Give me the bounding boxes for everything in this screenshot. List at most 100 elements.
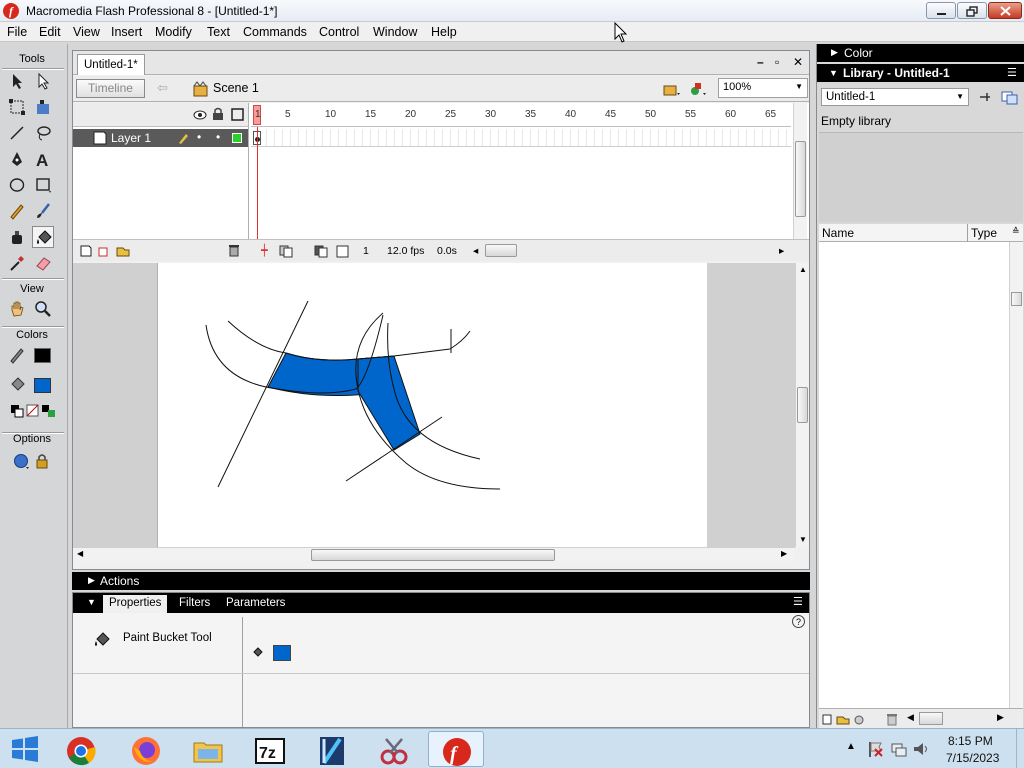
- scroll-thumb[interactable]: [797, 387, 808, 423]
- stage-area[interactable]: [73, 263, 795, 547]
- taskbar-firefox[interactable]: [118, 731, 174, 767]
- taskbar-kodi[interactable]: [304, 731, 360, 767]
- timeline-vertical-scrollbar[interactable]: [793, 103, 807, 239]
- outline-color-swatch[interactable]: [232, 133, 242, 143]
- collapse-arrow-icon[interactable]: ▼: [87, 597, 96, 607]
- help-icon[interactable]: ?: [792, 615, 805, 628]
- column-name[interactable]: Name: [822, 226, 854, 240]
- menu-text[interactable]: Text: [207, 25, 230, 39]
- library-panel-header[interactable]: ▼ Library - Untitled-1 ☰: [817, 64, 1024, 82]
- column-type[interactable]: Type: [971, 226, 997, 240]
- options-menu-icon[interactable]: ☰: [793, 595, 803, 608]
- scroll-thumb[interactable]: [1011, 292, 1022, 306]
- doc-minimize-icon[interactable]: –: [757, 55, 764, 69]
- rectangle-tool-icon[interactable]: [32, 174, 54, 196]
- visibility-dot[interactable]: •: [197, 130, 201, 144]
- eyedropper-tool-icon[interactable]: [6, 252, 28, 274]
- library-new-buttons[interactable]: [821, 712, 867, 726]
- pencil-tool-icon[interactable]: [6, 200, 28, 222]
- menu-edit[interactable]: Edit: [39, 25, 61, 39]
- frame-row[interactable]: [251, 129, 791, 147]
- center-frame-icon[interactable]: ┿: [261, 244, 268, 257]
- zoom-select[interactable]: 100% ▼: [718, 78, 808, 98]
- paint-bucket-tool-icon[interactable]: [32, 226, 54, 248]
- chevron-down-icon[interactable]: ▼: [799, 535, 807, 544]
- ink-bottle-tool-icon[interactable]: [6, 226, 28, 248]
- pin-library-icon[interactable]: [977, 89, 993, 105]
- frame-rate[interactable]: 12.0 fps: [387, 245, 424, 257]
- chevron-left-icon[interactable]: ◀: [77, 549, 83, 558]
- doc-restore-icon[interactable]: ▫: [775, 55, 779, 69]
- library-scrollbar[interactable]: [1009, 242, 1023, 708]
- hand-tool-icon[interactable]: [6, 298, 28, 320]
- scroll-thumb[interactable]: [311, 549, 555, 561]
- onion-skin-icons[interactable]: [279, 244, 357, 258]
- text-tool-icon[interactable]: A: [32, 148, 54, 170]
- taskbar-7zip[interactable]: 7z: [242, 731, 298, 767]
- trash-icon[interactable]: [885, 712, 899, 726]
- menu-view[interactable]: View: [73, 25, 100, 39]
- swap-colors-icon[interactable]: [38, 400, 60, 422]
- taskbar-file-explorer[interactable]: [180, 731, 236, 767]
- trash-icon[interactable]: [227, 243, 241, 257]
- stage-drawing[interactable]: [158, 263, 708, 547]
- taskbar-chrome[interactable]: [53, 731, 109, 767]
- close-button[interactable]: [988, 2, 1022, 19]
- frame-ruler[interactable]: 1 5 10 15 20 25 30 35 40 45 50 55 60 65: [251, 103, 791, 127]
- edit-scene-icon[interactable]: [663, 81, 681, 97]
- layer-row[interactable]: Layer 1 • •: [73, 129, 248, 147]
- scroll-right-icon[interactable]: ▸: [779, 245, 784, 257]
- actions-panel-header[interactable]: ▶ Actions: [72, 572, 810, 590]
- fill-color-swatch[interactable]: [34, 378, 51, 393]
- selection-tool-icon[interactable]: [6, 70, 28, 92]
- windows-start-icon[interactable]: [10, 735, 40, 763]
- layer-buttons-icon[interactable]: [79, 244, 131, 258]
- free-transform-tool-icon[interactable]: [6, 96, 28, 118]
- chevron-up-icon[interactable]: ▲: [799, 265, 807, 274]
- show-desktop-button[interactable]: [1016, 729, 1024, 768]
- zoom-tool-icon[interactable]: [32, 298, 54, 320]
- new-library-panel-icon[interactable]: [1001, 89, 1019, 105]
- tab-parameters[interactable]: Parameters: [226, 597, 285, 609]
- menu-window[interactable]: Window: [373, 25, 417, 39]
- document-tab[interactable]: Untitled-1*: [77, 54, 145, 75]
- stage-vertical-scrollbar[interactable]: ▲ ▼: [795, 263, 809, 547]
- menu-file[interactable]: File: [7, 25, 27, 39]
- clock-date[interactable]: 7/15/2023: [946, 751, 999, 765]
- clock-time[interactable]: 8:15 PM: [948, 734, 993, 748]
- lasso-tool-icon[interactable]: [32, 122, 54, 144]
- taskbar-flash[interactable]: f: [428, 731, 484, 767]
- taskbar-snipping-tool[interactable]: [366, 731, 422, 767]
- options-menu-icon[interactable]: ☰: [1007, 66, 1017, 79]
- doc-close-icon[interactable]: ✕: [793, 55, 803, 69]
- scroll-left-icon[interactable]: ◀: [907, 712, 914, 723]
- gap-size-icon[interactable]: [10, 450, 32, 472]
- scroll-right-icon[interactable]: ▶: [997, 712, 1004, 723]
- tray-expand-icon[interactable]: ▲: [846, 741, 856, 752]
- properties-fill-swatch[interactable]: [273, 645, 291, 661]
- brush-tool-icon[interactable]: [32, 200, 54, 222]
- timeline-button[interactable]: Timeline: [76, 79, 145, 98]
- menu-commands[interactable]: Commands: [243, 25, 307, 39]
- menu-insert[interactable]: Insert: [111, 25, 142, 39]
- fill-transform-tool-icon[interactable]: [32, 96, 54, 118]
- library-list[interactable]: [819, 242, 1023, 708]
- scroll-thumb[interactable]: [919, 712, 943, 725]
- menu-help[interactable]: Help: [431, 25, 457, 39]
- tab-filters[interactable]: Filters: [179, 597, 210, 609]
- oval-tool-icon[interactable]: [6, 174, 28, 196]
- color-panel-header[interactable]: ▶ Color: [817, 44, 1024, 62]
- restore-button[interactable]: [957, 2, 987, 19]
- subselection-tool-icon[interactable]: [32, 70, 54, 92]
- tray-network-icon[interactable]: [890, 740, 908, 758]
- stage-horizontal-scrollbar[interactable]: ◀ ▶: [73, 547, 795, 561]
- library-select[interactable]: Untitled-1 ▼: [821, 88, 969, 106]
- stage[interactable]: [157, 263, 707, 547]
- chevron-right-icon[interactable]: ▶: [781, 549, 787, 558]
- pen-tool-icon[interactable]: [6, 148, 28, 170]
- line-tool-icon[interactable]: [6, 122, 28, 144]
- scroll-thumb[interactable]: [795, 141, 806, 217]
- outline-icon[interactable]: [231, 108, 244, 121]
- flash-app-icon[interactable]: f: [3, 3, 19, 19]
- minimize-button[interactable]: [926, 2, 956, 19]
